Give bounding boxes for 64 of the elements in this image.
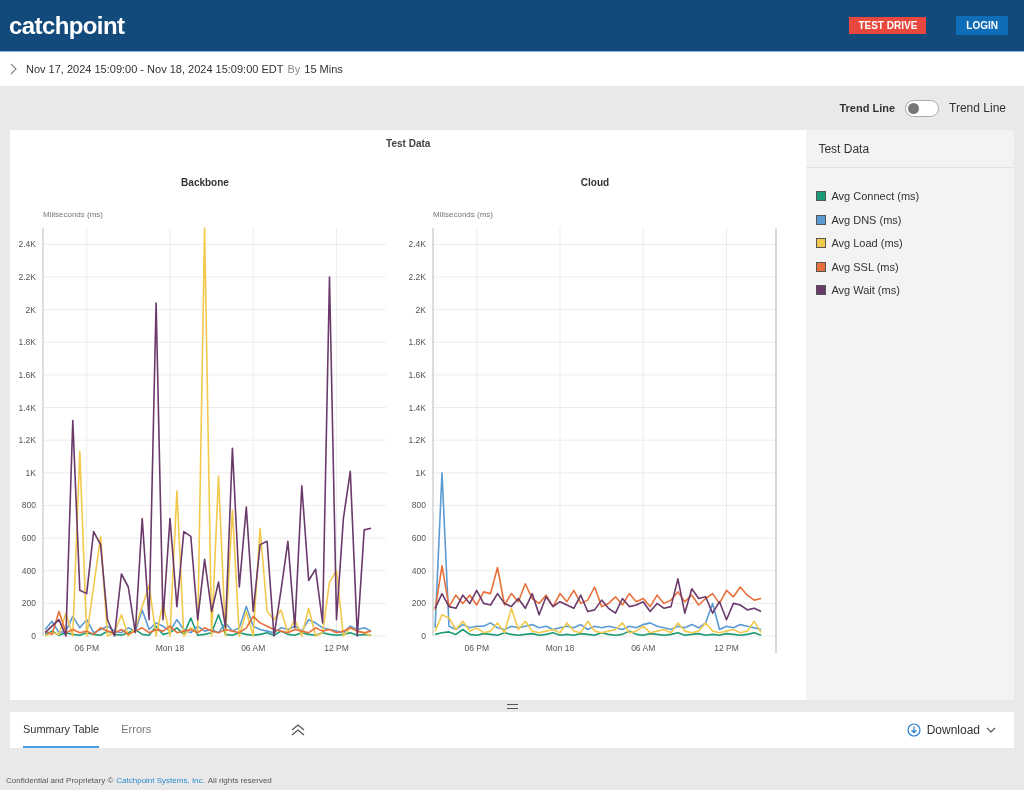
y-tick-label: 1.2K: [18, 435, 36, 446]
y-tick-label: 2K: [415, 304, 426, 315]
y-tick-label: 0: [31, 631, 36, 641]
chart-title: Backbone: [181, 176, 229, 190]
chevron-right-icon[interactable]: [10, 63, 18, 75]
legend-label[interactable]: Avg DNS (ms): [831, 211, 902, 228]
x-tick-label: 12 PM: [714, 643, 739, 653]
login-button[interactable]: LOGIN: [956, 16, 1008, 35]
y-tick-label: 2.4K: [408, 239, 426, 250]
tab[interactable]: Summary Table: [23, 712, 100, 748]
y-tick-label: 2.2K: [18, 271, 36, 282]
axis-label: Miliseconds (ms): [433, 210, 493, 219]
y-tick-label: 200: [411, 598, 426, 609]
chart-title: Cloud: [580, 176, 610, 190]
legend-title: Test Data: [806, 130, 1014, 168]
y-tick-label: 2K: [25, 304, 36, 315]
date-range: Nov 17, 2024 15:09:00 - Nov 18, 2024 15:09:00 EDT: [26, 61, 284, 77]
y-tick-label: 1K: [415, 467, 426, 478]
panel-title: Test Data: [385, 137, 432, 151]
y-tick-label: 600: [21, 533, 36, 544]
y-tick-label: 800: [411, 500, 426, 511]
y-tick-label: 1.2K: [408, 435, 426, 446]
y-tick-label: 0: [421, 631, 426, 641]
y-tick-label: 2.2K: [408, 271, 426, 282]
x-tick-label: 06 PM: [74, 643, 99, 653]
x-tick-label: Mon 18: [545, 643, 575, 653]
y-tick-label: 1.8K: [18, 337, 36, 348]
legend-label[interactable]: Avg Wait (ms): [831, 282, 900, 299]
trend-line-label: Trend Line: [949, 100, 1006, 117]
footer-text: All rights reserved: [207, 775, 272, 787]
y-tick-label: 1K: [25, 467, 36, 478]
trend-line-toggle[interactable]: [905, 99, 940, 117]
x-tick-label: 06 AM: [241, 643, 266, 653]
y-tick-label: 1.4K: [18, 402, 36, 413]
by-label: By: [287, 61, 301, 77]
x-tick-label: 06 AM: [631, 643, 656, 653]
legend-label[interactable]: Avg SSL (ms): [831, 258, 899, 275]
logo[interactable]: catchpoint: [9, 7, 125, 44]
y-tick-label: 1.4K: [408, 402, 426, 413]
y-tick-label: 1.6K: [18, 369, 36, 380]
y-tick-label: 600: [411, 533, 426, 544]
legend-label[interactable]: Avg Connect (ms): [831, 188, 920, 205]
caret-down-icon: [986, 727, 996, 733]
y-tick-label: 1.8K: [408, 337, 426, 348]
y-tick-label: 800: [21, 500, 36, 511]
test-drive-button[interactable]: TEST DRIVE: [849, 17, 927, 34]
legend-label[interactable]: Avg Load (ms): [831, 235, 903, 252]
footer-text: Confidential and Proprietary ©: [6, 775, 114, 787]
axis-label: Miliseconds (ms): [43, 210, 103, 219]
y-tick-label: 1.6K: [408, 369, 426, 380]
double-chevron-up-icon[interactable]: [291, 724, 306, 736]
x-tick-label: 06 PM: [464, 643, 489, 653]
x-tick-label: 12 PM: [324, 643, 349, 653]
interval: 15 Mins: [304, 61, 343, 77]
y-tick-label: 200: [21, 598, 36, 609]
download-icon: [906, 723, 921, 737]
tab[interactable]: Errors: [121, 712, 152, 748]
x-tick-label: Mon 18: [155, 643, 185, 653]
y-tick-label: 2.4K: [18, 239, 36, 250]
trend-line-label: Trend Line: [839, 100, 896, 116]
drag-handle-icon[interactable]: [506, 703, 518, 709]
y-tick-label: 400: [21, 565, 36, 576]
y-tick-label: 400: [411, 565, 426, 576]
download-button[interactable]: Download: [906, 721, 996, 739]
